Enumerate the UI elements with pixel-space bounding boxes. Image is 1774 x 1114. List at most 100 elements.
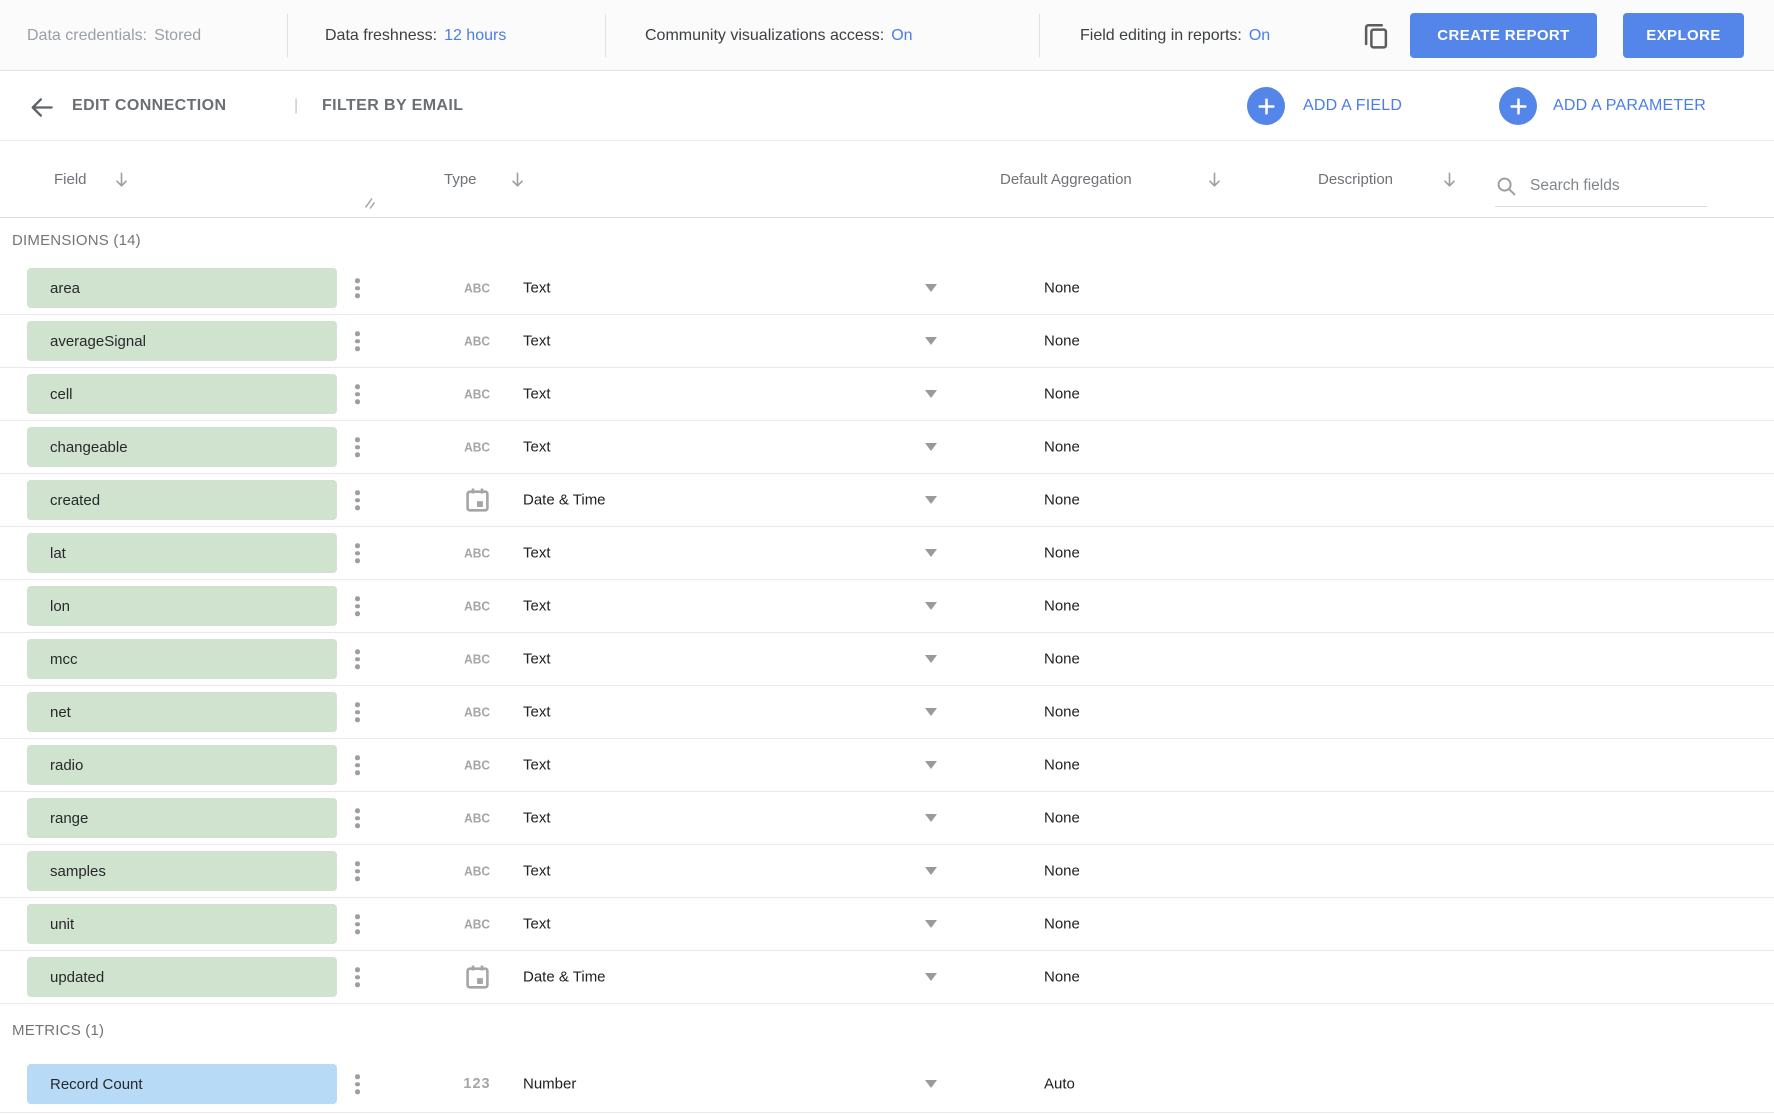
aggregation-value[interactable]: None: [1044, 651, 1080, 668]
field-chip[interactable]: cell: [27, 374, 337, 414]
field-chip[interactable]: radio: [27, 745, 337, 785]
data-freshness[interactable]: Data freshness: 12 hours: [325, 0, 506, 71]
type-dropdown-arrow[interactable]: [925, 443, 937, 451]
type-dropdown-arrow[interactable]: [925, 973, 937, 981]
type-dropdown-arrow[interactable]: [925, 814, 937, 822]
type-dropdown-arrow[interactable]: [925, 496, 937, 504]
type-dropdown-arrow[interactable]: [925, 390, 937, 398]
sort-type-icon[interactable]: [508, 141, 527, 218]
field-chip[interactable]: net: [27, 692, 337, 732]
field-name: lat: [50, 545, 66, 562]
back-arrow-icon[interactable]: [24, 90, 58, 124]
table-header: Field Type Default Aggregation Descripti…: [0, 141, 1774, 218]
more-options-icon[interactable]: [351, 804, 364, 832]
type-dropdown-arrow[interactable]: [925, 708, 937, 716]
type-dropdown-arrow[interactable]: [925, 602, 937, 610]
more-options-icon[interactable]: [351, 592, 364, 620]
field-chip[interactable]: unit: [27, 904, 337, 944]
add-a-field-button[interactable]: ADD A FIELD: [1303, 72, 1402, 140]
field-chip[interactable]: range: [27, 798, 337, 838]
123-icon: 123: [452, 1076, 502, 1092]
add-field-plus-icon[interactable]: [1247, 87, 1285, 125]
add-parameter-plus-icon[interactable]: [1499, 87, 1537, 125]
type-dropdown-arrow[interactable]: [925, 920, 937, 928]
more-options-icon[interactable]: [351, 963, 364, 991]
aggregation-value[interactable]: None: [1044, 439, 1080, 456]
aggregation-value[interactable]: None: [1044, 704, 1080, 721]
field-chip[interactable]: changeable: [27, 427, 337, 467]
data-freshness-value[interactable]: 12 hours: [444, 27, 506, 45]
type-dropdown-arrow[interactable]: [925, 337, 937, 345]
add-a-parameter-button[interactable]: ADD A PARAMETER: [1553, 72, 1706, 140]
more-options-icon[interactable]: [351, 910, 364, 938]
field-chip[interactable]: lat: [27, 533, 337, 573]
type-dropdown-arrow[interactable]: [925, 761, 937, 769]
table-row: range ABC Text None: [0, 792, 1774, 845]
more-options-icon[interactable]: [351, 645, 364, 673]
aggregation-value[interactable]: Auto: [1044, 1076, 1075, 1093]
table-row: lon ABC Text None: [0, 580, 1774, 633]
create-report-button[interactable]: CREATE REPORT: [1410, 13, 1597, 58]
aggregation-value[interactable]: None: [1044, 280, 1080, 297]
field-name: changeable: [50, 439, 128, 456]
more-options-icon[interactable]: [351, 327, 364, 355]
explore-button[interactable]: EXPLORE: [1623, 13, 1744, 58]
field-chip[interactable]: samples: [27, 851, 337, 891]
more-options-icon[interactable]: [351, 857, 364, 885]
community-access-value[interactable]: On: [891, 27, 912, 45]
field-chip[interactable]: area: [27, 268, 337, 308]
section-label: METRICS (1): [0, 1004, 1774, 1056]
sort-aggregation-icon[interactable]: [1205, 141, 1224, 218]
filter-by-email-button[interactable]: FILTER BY EMAIL: [322, 72, 463, 140]
type-dropdown-arrow[interactable]: [925, 867, 937, 875]
type-dropdown-arrow[interactable]: [925, 284, 937, 292]
more-options-icon[interactable]: [351, 751, 364, 779]
type-dropdown-arrow[interactable]: [925, 1080, 937, 1088]
more-options-icon[interactable]: [351, 380, 364, 408]
sort-description-icon[interactable]: [1440, 141, 1459, 218]
calendar-icon: [452, 487, 502, 514]
aggregation-value[interactable]: None: [1044, 598, 1080, 615]
type-label: Text: [523, 651, 551, 668]
data-credentials[interactable]: Data credentials: Stored: [27, 0, 201, 71]
field-editing-value[interactable]: On: [1249, 27, 1270, 45]
connection-toolbar: EDIT CONNECTION | FILTER BY EMAIL ADD A …: [0, 72, 1774, 141]
field-chip[interactable]: lon: [27, 586, 337, 626]
field-chip[interactable]: averageSignal: [27, 321, 337, 361]
field-editing-in-reports[interactable]: Field editing in reports: On: [1080, 0, 1270, 71]
type-dropdown-arrow[interactable]: [925, 655, 937, 663]
aggregation-value[interactable]: None: [1044, 863, 1080, 880]
more-options-icon[interactable]: [351, 274, 364, 302]
more-options-icon[interactable]: [351, 486, 364, 514]
column-header-type: Type: [444, 141, 477, 218]
edit-connection-button[interactable]: EDIT CONNECTION: [72, 72, 226, 140]
community-visualizations-access[interactable]: Community visualizations access: On: [645, 0, 913, 71]
field-name: area: [50, 280, 80, 297]
search-fields-input[interactable]: [1530, 177, 1707, 195]
toolbar-divider: |: [294, 72, 298, 140]
sort-field-icon[interactable]: [112, 141, 131, 218]
more-options-icon[interactable]: [351, 698, 364, 726]
aggregation-value[interactable]: None: [1044, 333, 1080, 350]
more-options-icon[interactable]: [351, 1070, 364, 1098]
search-fields-box[interactable]: [1495, 166, 1707, 207]
field-name: lon: [50, 598, 70, 615]
aggregation-value[interactable]: None: [1044, 386, 1080, 403]
field-table-body: DIMENSIONS (14) area ABC Text None avera…: [0, 218, 1774, 1113]
aggregation-value[interactable]: None: [1044, 916, 1080, 933]
field-chip[interactable]: Record Count: [27, 1064, 337, 1104]
aggregation-value[interactable]: None: [1044, 810, 1080, 827]
field-chip[interactable]: mcc: [27, 639, 337, 679]
more-options-icon[interactable]: [351, 433, 364, 461]
column-resize-grip[interactable]: [364, 197, 377, 215]
aggregation-value[interactable]: None: [1044, 492, 1080, 509]
more-options-icon[interactable]: [351, 539, 364, 567]
aggregation-value[interactable]: None: [1044, 969, 1080, 986]
copy-icon[interactable]: [1358, 18, 1394, 54]
field-chip[interactable]: created: [27, 480, 337, 520]
aggregation-value[interactable]: None: [1044, 545, 1080, 562]
aggregation-value[interactable]: None: [1044, 757, 1080, 774]
type-dropdown-arrow[interactable]: [925, 549, 937, 557]
field-name: updated: [50, 969, 104, 986]
field-chip[interactable]: updated: [27, 957, 337, 997]
